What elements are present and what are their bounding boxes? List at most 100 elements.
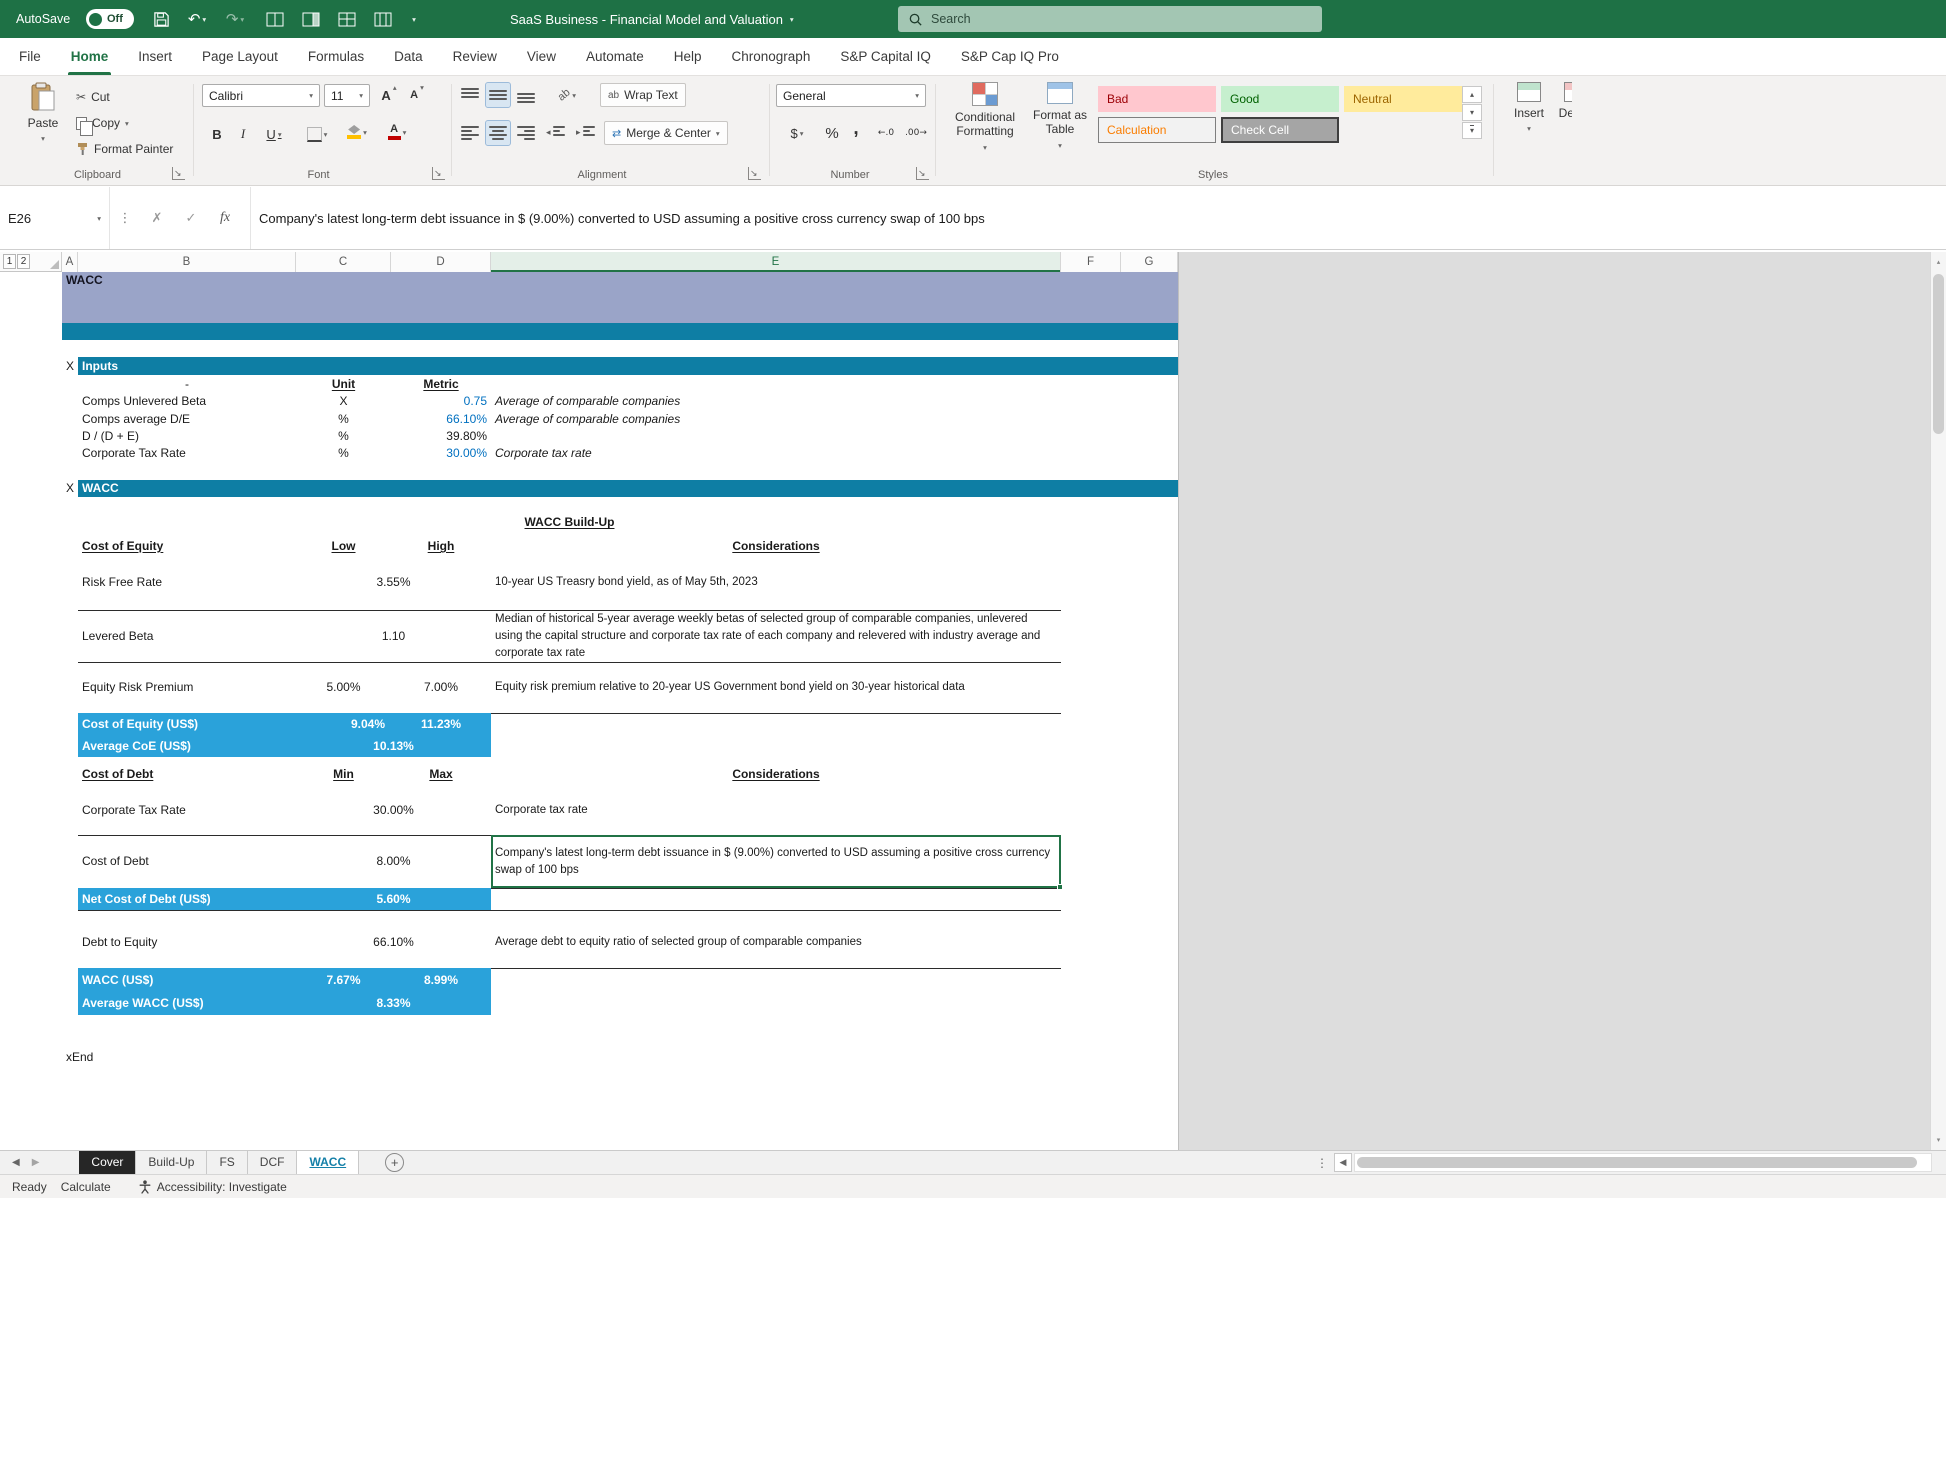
- average-coe-row[interactable]: Average CoE (US$) 10.13%: [78, 735, 491, 757]
- cell-c9[interactable]: %: [296, 410, 391, 428]
- low-header[interactable]: Low: [296, 537, 391, 555]
- alignment-dialog-launcher[interactable]: ↘: [748, 167, 761, 180]
- ribbon-tab-s-p-cap-iq-pro[interactable]: S&P Cap IQ Pro: [946, 38, 1074, 75]
- considerations-header-coe[interactable]: Considerations: [491, 537, 1061, 555]
- freeze-panes-button[interactable]: [298, 0, 324, 38]
- cell-cd19[interactable]: 1.10: [296, 610, 491, 662]
- ribbon-tab-help[interactable]: Help: [659, 38, 717, 75]
- cell-e20[interactable]: Equity risk premium relative to 20-year …: [491, 662, 1061, 713]
- cost-of-equity-result-row[interactable]: Cost of Equity (US$) 9.04% 11.23%: [78, 713, 491, 735]
- new-sheet-button[interactable]: +: [385, 1153, 404, 1172]
- name-box[interactable]: E26▾: [0, 187, 110, 249]
- wacc-buildup-title[interactable]: WACC Build-Up: [78, 514, 1061, 531]
- bold-button[interactable]: B: [206, 122, 228, 146]
- ribbon-tab-view[interactable]: View: [512, 38, 571, 75]
- cell-cd18[interactable]: 3.55%: [296, 555, 491, 610]
- cell-b11[interactable]: Corporate Tax Rate: [78, 445, 296, 462]
- ribbon-tab-page-layout[interactable]: Page Layout: [187, 38, 293, 75]
- cell-a1-title-block[interactable]: WACC: [62, 272, 1178, 323]
- conditional-formatting-button[interactable]: Conditional Formatting ▾: [944, 76, 1026, 152]
- font-name-combobox[interactable]: Calibri▾: [202, 84, 320, 107]
- sheet-tab-cover[interactable]: Cover: [79, 1151, 136, 1174]
- increase-decimal-button[interactable]: ←.0: [872, 121, 900, 145]
- cell-d10[interactable]: 39.80%: [391, 428, 491, 445]
- copy-button[interactable]: Copy▾: [76, 112, 129, 134]
- search-input[interactable]: [931, 12, 1291, 26]
- ribbon-tab-chronograph[interactable]: Chronograph: [717, 38, 826, 75]
- considerations-header-cod[interactable]: Considerations: [491, 763, 1061, 785]
- ribbon-tab-insert[interactable]: Insert: [123, 38, 187, 75]
- sheet-tab-wacc[interactable]: WACC: [297, 1151, 359, 1174]
- max-header[interactable]: Max: [391, 763, 491, 785]
- font-dialog-launcher[interactable]: ↘: [432, 167, 445, 180]
- cell-c10[interactable]: %: [296, 428, 391, 445]
- horizontal-scrollbar[interactable]: [1354, 1153, 1932, 1172]
- hscroll-left-arrow[interactable]: ◀: [1334, 1153, 1352, 1172]
- shrink-font-button[interactable]: A▾: [404, 83, 430, 107]
- wacc-section-header[interactable]: WACC: [78, 480, 1178, 497]
- col-header-C[interactable]: C: [296, 252, 391, 272]
- accessibility-status[interactable]: Accessibility: Investigate: [139, 1180, 287, 1194]
- autosave-toggle[interactable]: Off: [86, 0, 134, 38]
- metric-column-header[interactable]: Metric: [391, 375, 491, 393]
- wrap-text-button[interactable]: abWrap Text: [600, 83, 686, 107]
- top-align-button[interactable]: [458, 83, 482, 107]
- bottom-align-button[interactable]: [514, 83, 538, 107]
- average-wacc-row[interactable]: Average WACC (US$) 8.33%: [78, 992, 491, 1015]
- document-title[interactable]: SaaS Business - Financial Model and Valu…: [500, 0, 804, 38]
- gallery-scroll-up-button[interactable]: ▴: [1462, 86, 1482, 103]
- cell-e29[interactable]: Average debt to equity ratio of selected…: [491, 916, 1061, 968]
- delete-cells-button[interactable]: Delete: [1548, 76, 1572, 120]
- middle-align-button[interactable]: [486, 83, 510, 107]
- ribbon-tab-automate[interactable]: Automate: [571, 38, 659, 75]
- align-right-button[interactable]: [514, 121, 538, 145]
- ribbon-tab-home[interactable]: Home: [56, 38, 124, 75]
- cell-b25[interactable]: Corporate Tax Rate: [78, 785, 296, 835]
- high-header[interactable]: High: [391, 537, 491, 555]
- cell-row4-divider-bar[interactable]: [62, 323, 1178, 340]
- paste-button[interactable]: Paste ▾: [14, 76, 72, 143]
- increase-indent-button[interactable]: ▸: [576, 121, 595, 145]
- cell-a34-end-marker[interactable]: xEnd: [62, 1049, 132, 1066]
- align-center-button[interactable]: [486, 121, 510, 145]
- cell-b19[interactable]: Levered Beta: [78, 610, 296, 662]
- merge-center-button[interactable]: ⇄Merge & Center▾: [604, 121, 728, 145]
- cell-c20[interactable]: 5.00%: [296, 662, 391, 713]
- cell-b29[interactable]: Debt to Equity: [78, 916, 296, 968]
- style-bad[interactable]: Bad: [1098, 86, 1216, 112]
- cell-cd29[interactable]: 66.10%: [296, 916, 491, 968]
- ribbon-tab-review[interactable]: Review: [438, 38, 512, 75]
- cell-e9[interactable]: Average of comparable companies: [491, 410, 1061, 428]
- font-color-button[interactable]: A▾: [380, 120, 414, 144]
- cell-cd25[interactable]: 30.00%: [296, 785, 491, 835]
- vertical-scrollbar[interactable]: ▴ ▾: [1930, 252, 1946, 1150]
- formula-input[interactable]: Company's latest long-term debt issuance…: [259, 211, 1946, 226]
- col-header-G[interactable]: G: [1121, 252, 1178, 272]
- cell-b9[interactable]: Comps average D/E: [78, 410, 296, 428]
- clipboard-dialog-launcher[interactable]: ↘: [172, 167, 185, 180]
- gallery-more-button[interactable]: ▾: [1462, 122, 1482, 139]
- cut-button[interactable]: ✂Cut: [76, 86, 110, 108]
- style-good[interactable]: Good: [1221, 86, 1339, 112]
- cell-e25[interactable]: Corporate tax rate: [491, 785, 1061, 835]
- sheet-tab-fs[interactable]: FS: [207, 1151, 247, 1174]
- enter-button[interactable]: ✓: [174, 211, 208, 226]
- cell-e18[interactable]: 10-year US Treasry bond yield, as of May…: [491, 555, 1061, 610]
- gallery-scroll-down-button[interactable]: ▾: [1462, 104, 1482, 121]
- align-left-button[interactable]: [458, 121, 482, 145]
- cell-c8[interactable]: X: [296, 393, 391, 410]
- split-panes-button[interactable]: [262, 0, 288, 38]
- style-neutral[interactable]: Neutral: [1344, 86, 1462, 112]
- cell-e8[interactable]: Average of comparable companies: [491, 393, 1061, 410]
- col-header-A[interactable]: A: [62, 252, 78, 272]
- accounting-format-button[interactable]: $▾: [780, 121, 814, 145]
- style-calculation[interactable]: Calculation: [1098, 117, 1216, 143]
- decrease-indent-button[interactable]: ◂: [546, 121, 565, 145]
- undo-button[interactable]: ↶▾: [182, 0, 212, 38]
- sheet-tab-dcf[interactable]: DCF: [248, 1151, 298, 1174]
- cell-b7[interactable]: -: [78, 375, 296, 393]
- cell-d11[interactable]: 30.00%: [391, 445, 491, 462]
- format-as-table-button[interactable]: Format as Table ▾: [1028, 76, 1092, 150]
- ribbon-tab-data[interactable]: Data: [379, 38, 438, 75]
- col-header-B[interactable]: B: [78, 252, 296, 272]
